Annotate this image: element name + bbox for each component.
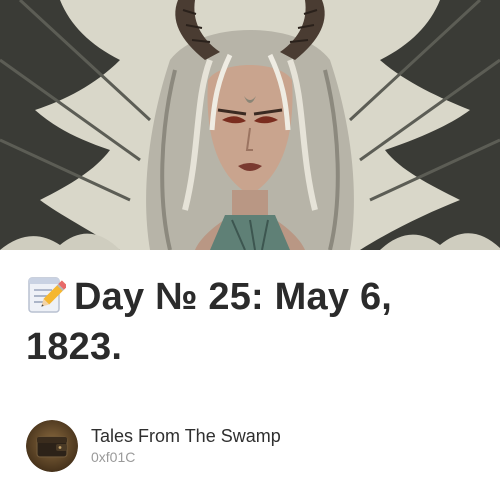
author-name[interactable]: Tales From The Swamp xyxy=(91,425,281,447)
author-row[interactable]: Tales From The Swamp 0xf01C xyxy=(26,420,281,472)
horned-winged-woman-illustration xyxy=(0,0,500,250)
wallet-icon xyxy=(26,420,78,472)
post-title[interactable]: Day № 25: May 6, 1823. xyxy=(26,272,476,372)
author-avatar[interactable] xyxy=(26,420,78,472)
author-handle: 0xf01C xyxy=(91,449,136,465)
post-card[interactable]: Day № 25: May 6, 1823. Tales From The Sw… xyxy=(0,0,500,500)
author-info: Tales From The Swamp 0xf01C xyxy=(91,425,281,467)
cover-image[interactable] xyxy=(0,0,500,250)
post-title-text: Day № 25: May 6, 1823. xyxy=(26,276,393,368)
memo-pencil-icon xyxy=(26,274,68,314)
